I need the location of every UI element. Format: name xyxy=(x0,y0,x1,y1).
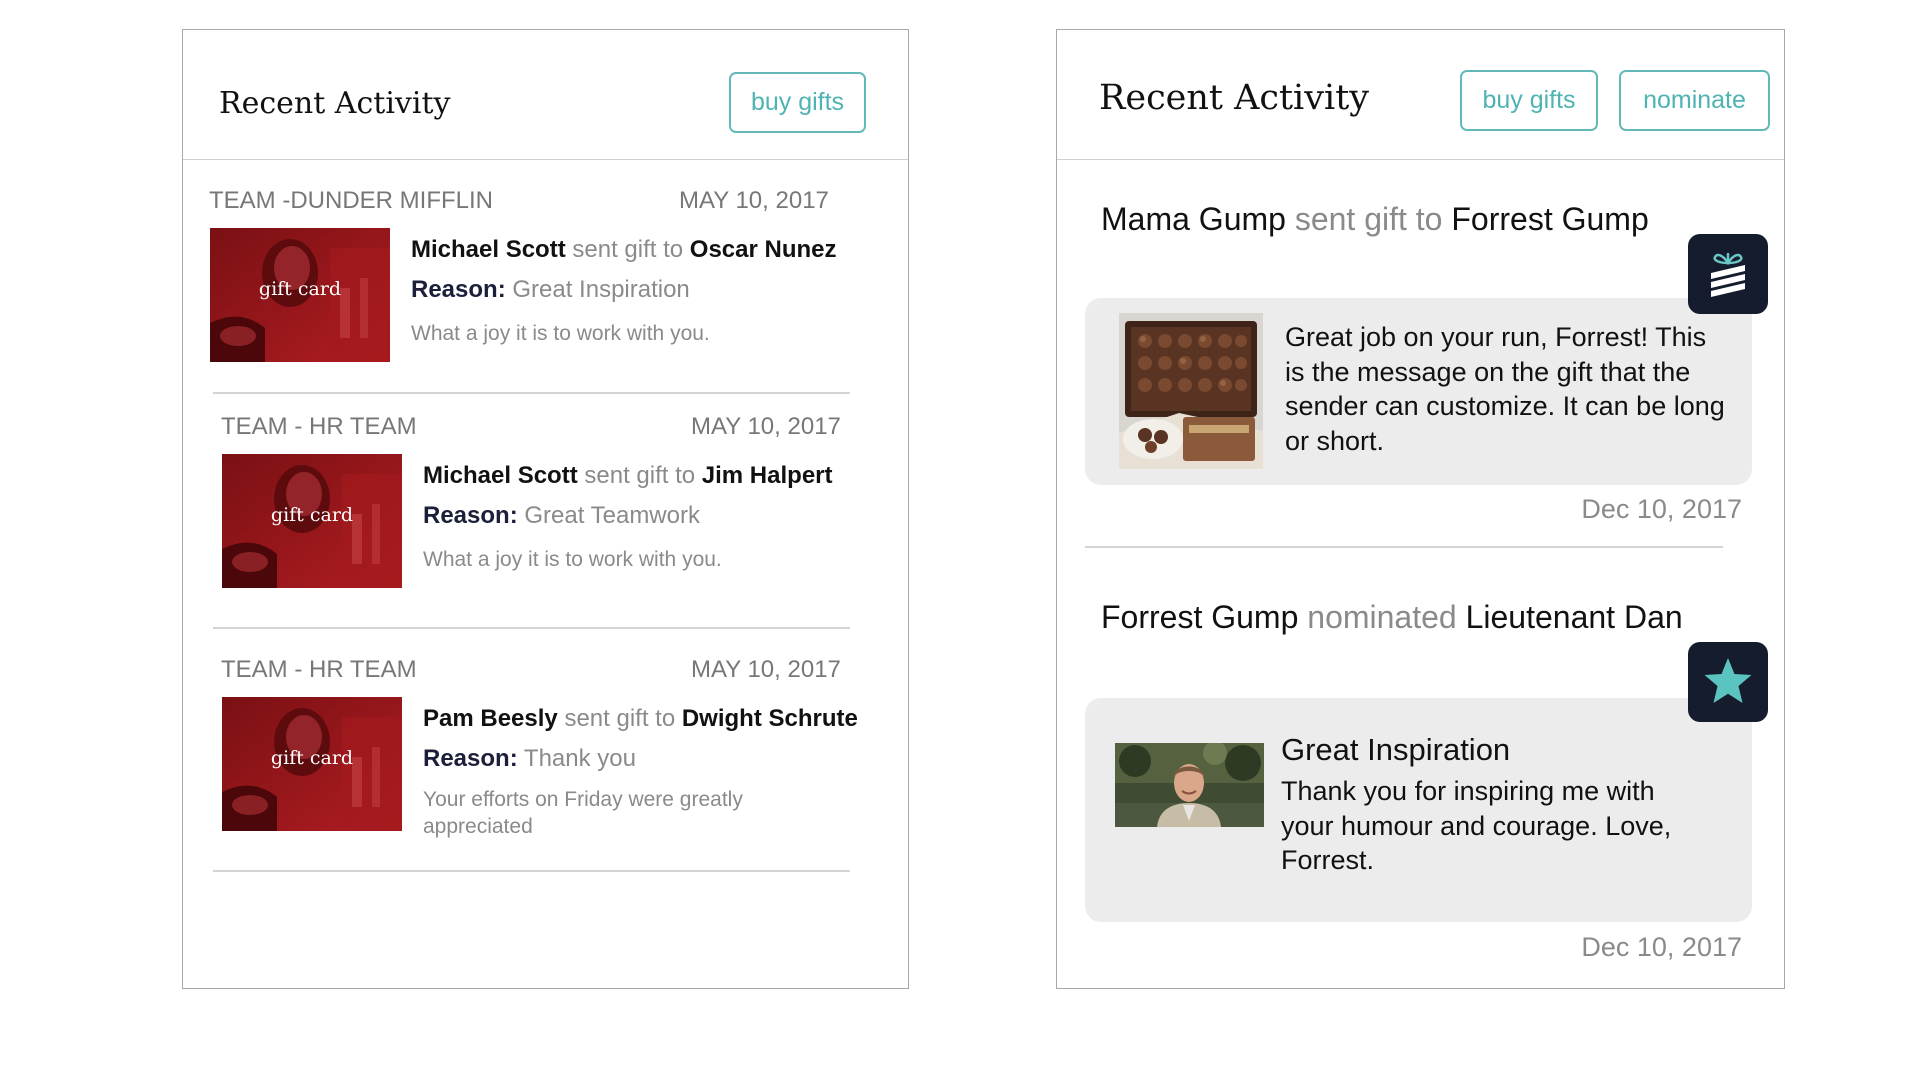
reason-line: Reason: Thank you xyxy=(423,745,636,773)
chocolate-box-photo xyxy=(1119,313,1263,469)
team-name: TEAM -DUNDER MIFFLIN xyxy=(209,187,493,214)
activity-title: Mama Gump sent gift to Forrest Gump xyxy=(1101,201,1649,238)
sender-name[interactable]: Pam Beesly xyxy=(423,705,558,732)
item-divider xyxy=(213,392,850,394)
panel-header: Recent Activity buy gifts nominate xyxy=(1057,30,1784,160)
recent-activity-panel-left: Recent Activity buy gifts TEAM -DUNDER M… xyxy=(182,29,909,989)
recipient-name[interactable]: Jim Halpert xyxy=(702,462,833,489)
reason-label: Reason: xyxy=(423,502,518,529)
reason-text: Great Teamwork xyxy=(524,502,700,529)
portrait-photo xyxy=(1115,743,1264,827)
star-badge xyxy=(1688,642,1768,722)
nominate-button[interactable]: nominate xyxy=(1619,70,1770,131)
gift-card-thumbnail: gift card xyxy=(222,697,402,831)
activity-date: Dec 10, 2017 xyxy=(1581,932,1742,962)
gift-summary: Pam Beesly sent gift to Dwight Schrute xyxy=(423,705,858,733)
reason-line: Reason: Great Teamwork xyxy=(423,502,700,530)
reason-text: Great Inspiration xyxy=(512,276,690,303)
gift-card-label: gift card xyxy=(270,504,354,526)
gift-summary: Michael Scott sent gift to Oscar Nunez xyxy=(411,236,837,264)
gift-summary: Michael Scott sent gift to Jim Halpert xyxy=(423,462,833,490)
gift-card-label: gift card xyxy=(258,278,342,300)
recipient-name[interactable]: Dwight Schrute xyxy=(682,705,858,732)
actor-name[interactable]: Mama Gump xyxy=(1101,201,1286,237)
gift-card-label: gift card xyxy=(270,747,354,769)
gift-badge xyxy=(1688,234,1768,314)
sender-name[interactable]: Michael Scott xyxy=(411,236,566,263)
activity-verb: nominated xyxy=(1307,599,1457,635)
actor-name[interactable]: Forrest Gump xyxy=(1101,599,1298,635)
gift-message: What a joy it is to work with you. xyxy=(423,548,722,571)
reason-line: Reason: Great Inspiration xyxy=(411,276,690,304)
sender-name[interactable]: Michael Scott xyxy=(423,462,578,489)
buy-gifts-button[interactable]: buy gifts xyxy=(1460,70,1598,131)
message-card: Great Inspiration Thank you for inspirin… xyxy=(1085,698,1752,922)
target-name[interactable]: Forrest Gump xyxy=(1451,201,1648,237)
activity-date: MAY 10, 2017 xyxy=(691,413,841,440)
gift-verb: sent gift to xyxy=(572,236,684,263)
gift-verb: sent gift to xyxy=(564,705,676,732)
nomination-heading: Great Inspiration xyxy=(1281,732,1511,767)
panel-title: Recent Activity xyxy=(219,86,451,121)
gift-message: What a joy it is to work with you. xyxy=(411,322,710,345)
nomination-message: Thank you for inspiring me with your hum… xyxy=(1281,776,1672,875)
activity-date: MAY 10, 2017 xyxy=(679,187,829,214)
team-name: TEAM - HR TEAM xyxy=(221,656,417,683)
buy-gifts-button[interactable]: buy gifts xyxy=(729,72,866,133)
gift-card-thumbnail: gift card xyxy=(222,454,402,588)
target-name[interactable]: Lieutenant Dan xyxy=(1466,599,1683,635)
gift-icon xyxy=(1711,253,1745,297)
panel-header: Recent Activity buy gifts xyxy=(183,30,908,160)
reason-label: Reason: xyxy=(411,276,506,303)
reason-label: Reason: xyxy=(423,745,518,772)
reason-text: Thank you xyxy=(523,745,636,772)
gift-verb: sent gift to xyxy=(584,462,696,489)
gift-message: Your efforts on Friday were greatly appr… xyxy=(423,788,743,838)
activity-date: MAY 10, 2017 xyxy=(691,656,841,683)
star-icon xyxy=(1704,658,1752,703)
activity-title: Forrest Gump nominated Lieutenant Dan xyxy=(1101,599,1683,636)
team-name: TEAM - HR TEAM xyxy=(221,413,417,440)
item-divider xyxy=(1085,546,1723,548)
item-divider xyxy=(213,627,850,629)
recipient-name[interactable]: Oscar Nunez xyxy=(690,236,837,263)
item-divider xyxy=(213,870,850,872)
gift-message: Great job on your run, Forrest! This is … xyxy=(1285,322,1725,456)
message-card: Great job on your run, Forrest! This is … xyxy=(1085,298,1752,485)
panel-title: Recent Activity xyxy=(1099,78,1370,118)
recent-activity-panel-right: Recent Activity buy gifts nominate Mama … xyxy=(1056,29,1785,989)
activity-verb: sent gift to xyxy=(1294,201,1443,237)
gift-card-thumbnail: gift card xyxy=(210,228,390,362)
activity-date: Dec 10, 2017 xyxy=(1581,494,1742,524)
